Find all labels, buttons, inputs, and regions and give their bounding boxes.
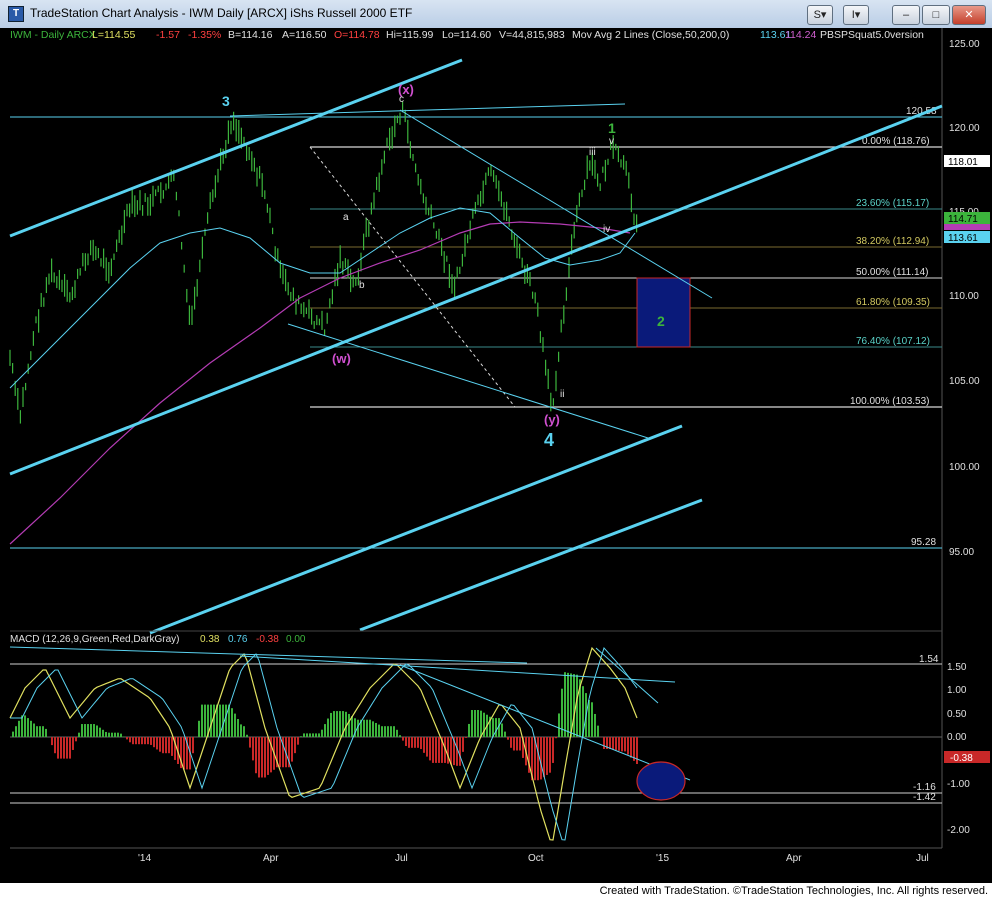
tradestation-app-icon: T xyxy=(8,6,24,22)
bid-value: B=114.16 xyxy=(228,29,273,41)
last-price: L=114.55 xyxy=(92,29,135,41)
macd-hist-tag-text: -0.38 xyxy=(950,753,973,764)
macd-tick: 1.50 xyxy=(947,662,967,673)
price-tick: 120.00 xyxy=(949,123,980,134)
price-tick: 125.00 xyxy=(949,39,980,50)
chart-canvas[interactable]: IWM - Daily ARCX L=114.55 -1.57 -1.35% B… xyxy=(0,28,992,883)
change-percent: -1.35% xyxy=(188,29,221,41)
wave-2-label: 2 xyxy=(657,313,665,329)
wave-iii-label: iii xyxy=(589,147,596,158)
date-tick: Apr xyxy=(786,853,802,864)
level-label: 50.00% (111.14) xyxy=(856,267,928,278)
current-price-tag-text: 114.71 xyxy=(948,214,978,225)
ma200-line xyxy=(9,221,631,545)
level-label: 23.60% (115.17) xyxy=(856,198,929,209)
fibonacci-labels: 120.58 0.00% (118.76) 23.60% (115.17) 38… xyxy=(850,106,937,548)
macd-level-tag: -1.42 xyxy=(913,792,936,803)
wave-c-label: c xyxy=(399,94,404,105)
price-tick: 105.00 xyxy=(949,376,980,387)
wave-ii-label: ii xyxy=(560,389,564,400)
macd-line xyxy=(9,646,638,841)
wave-w-label: (w) xyxy=(332,351,351,366)
macd-tick: 0.50 xyxy=(947,709,967,720)
macd-title: MACD (12,26,9,Green,Red,DarkGray) xyxy=(10,634,180,645)
date-tick: '15 xyxy=(656,853,669,864)
ask-value: A=116.50 xyxy=(282,29,327,41)
macd-level-tag: 1.54 xyxy=(919,654,939,665)
change-value: -1.57 xyxy=(156,29,180,41)
wave-4-label: 4 xyxy=(544,430,554,450)
maximize-button[interactable]: □ xyxy=(922,5,950,25)
wave-a-label: a xyxy=(343,212,349,223)
copyright-text: Created with TradeStation. ©TradeStation… xyxy=(599,885,988,897)
price-tick: 100.00 xyxy=(949,462,980,473)
study-label: Mov Avg 2 Lines (Close,50,200,0) xyxy=(572,29,729,41)
ma50-tag-text: 113.61 xyxy=(948,233,978,244)
macd-histogram xyxy=(12,672,638,781)
date-axis-labels: '14 Apr Jul Oct '15 Apr Jul xyxy=(138,853,929,864)
macd-value-1: 0.38 xyxy=(200,634,220,645)
volume-value: V=44,815,983 xyxy=(499,29,565,41)
i-dropdown-button[interactable]: I▾ xyxy=(843,5,869,25)
level-label: 100.00% (103.53) xyxy=(850,396,930,407)
level-label: 0.00% (118.76) xyxy=(862,136,930,147)
ma50-line xyxy=(9,207,636,389)
date-tick: '14 xyxy=(138,853,151,864)
symbol-label: IWM - Daily ARCX xyxy=(10,29,96,41)
macd-tick: 0.00 xyxy=(947,732,967,743)
high-value: Hi=115.99 xyxy=(386,29,434,41)
level-label: 38.20% (112.94) xyxy=(856,236,929,247)
macd-value-4: 0.00 xyxy=(286,634,306,645)
ma2-value: 114.24 xyxy=(785,29,816,41)
date-tick: Oct xyxy=(528,853,544,864)
window-title: TradeStation Chart Analysis - IWM Daily … xyxy=(30,6,413,20)
wave-1-label: 1 xyxy=(608,120,616,136)
macd-value-2: 0.76 xyxy=(228,634,248,645)
header-legend: IWM - Daily ARCX L=114.55 -1.57 -1.35% B… xyxy=(10,29,924,41)
macd-target-ellipse xyxy=(636,761,686,801)
wave-v-label: v xyxy=(609,136,614,147)
price-tick: 110.00 xyxy=(949,291,979,302)
macd-legend: MACD (12,26,9,Green,Red,DarkGray) 0.38 0… xyxy=(10,634,306,645)
macd-tick: -1.00 xyxy=(947,779,970,790)
indicator-label: PBSPSquat5.0version xyxy=(820,29,924,41)
level-label: 76.40% (107.12) xyxy=(856,336,930,347)
last-close-tag-text: 118.01 xyxy=(948,157,978,168)
window-titlebar: T TradeStation Chart Analysis - IWM Dail… xyxy=(0,0,992,29)
level-label: 95.28 xyxy=(911,537,936,548)
macd-tick: -2.00 xyxy=(947,825,970,836)
ma200-tag xyxy=(944,224,990,230)
s-dropdown-button[interactable]: S▾ xyxy=(807,5,833,25)
macd-signal-line xyxy=(10,647,638,841)
macd-tick: 1.00 xyxy=(947,685,967,696)
price-tick: 95.00 xyxy=(949,547,974,558)
minimize-button[interactable]: – xyxy=(892,5,920,25)
date-tick: Apr xyxy=(263,853,279,864)
macd-value-3: -0.38 xyxy=(256,634,279,645)
wave-3-label: 3 xyxy=(222,93,230,109)
wave-b-label: b xyxy=(359,280,365,291)
level-label: 61.80% (109.35) xyxy=(856,297,930,308)
close-button[interactable]: ✕ xyxy=(952,5,986,25)
low-value: Lo=114.60 xyxy=(442,29,491,41)
footer: Created with TradeStation. ©TradeStation… xyxy=(0,883,992,900)
wave-iv-label: iv xyxy=(603,224,610,235)
open-value: O=114.78 xyxy=(334,29,380,41)
wave-y-label: (y) xyxy=(544,412,560,427)
date-tick: Jul xyxy=(395,853,408,864)
date-tick: Jul xyxy=(916,853,929,864)
